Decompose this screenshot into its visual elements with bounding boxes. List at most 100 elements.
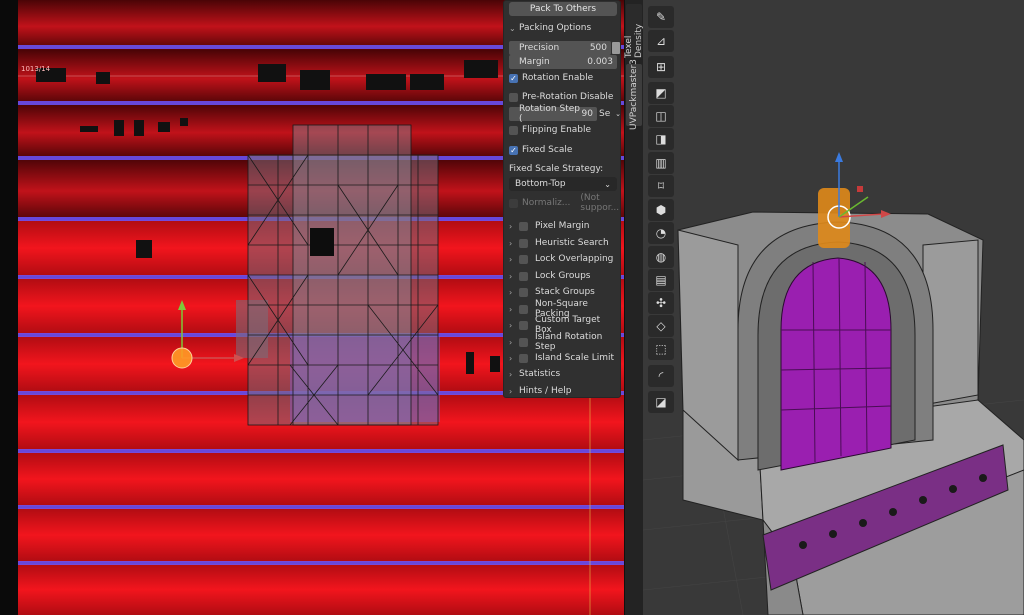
chevron-right-icon: › [509, 386, 513, 396]
uvpackmaster-panel: Pack To Others ⌄ Packing Options Precisi… [503, 0, 621, 398]
checkbox-empty-icon[interactable] [519, 238, 528, 248]
fixed-scale-strategy-text: Fixed Scale Strategy: [509, 164, 604, 174]
annotate-icon[interactable]: ✎ [648, 6, 674, 28]
fixed-scale-strategy-value: Bottom-Top [515, 179, 566, 189]
section-island-scale-limit[interactable]: › Island Scale Limit [509, 351, 617, 365]
precision-value: 500 [589, 43, 607, 53]
margin-field[interactable]: Margin 0.003 [509, 55, 617, 69]
shrink-icon[interactable]: ✣ [648, 292, 674, 314]
checkbox-empty-icon[interactable] [519, 221, 528, 231]
extrude-icon[interactable]: ◩ [648, 82, 674, 104]
corner-icon[interactable]: ◪ [648, 391, 674, 413]
rotation-enable-label: Rotation Enable [522, 73, 594, 83]
uv-editor[interactable]: 1013/14 Pack To Others ⌄ Packing Options… [0, 0, 628, 615]
rotation-step-mode-dropdown[interactable]: Se ⌄ [599, 107, 621, 121]
inset-icon[interactable]: ◫ [648, 105, 674, 127]
tab-texel-density[interactable]: Texel Density [624, 4, 644, 58]
pack-to-others-label: Pack To Others [529, 4, 597, 14]
checkbox-empty-icon[interactable] [519, 304, 528, 314]
chevron-down-icon: ⌄ [615, 110, 621, 118]
chevron-right-icon: › [509, 287, 513, 297]
fixed-scale-checkbox[interactable]: ✓ Fixed Scale [509, 143, 617, 157]
coord-readout: 1013/14 [21, 65, 51, 73]
rotation-step-field[interactable]: Rotation Step ( 90 [509, 104, 597, 124]
chevron-right-icon: › [509, 271, 513, 281]
shear-icon[interactable]: ◇ [648, 315, 674, 337]
rotation-step-value: 90 [581, 109, 593, 119]
tab-uvpackmaster[interactable]: UVPackmaster3 [626, 60, 642, 130]
rotation-step-label: Rotation Step ( [519, 104, 580, 124]
tab-label: Texel Density [624, 23, 644, 58]
chevron-down-icon: ⌄ [509, 23, 516, 33]
normalize-note: (Not suppor... [580, 193, 620, 213]
section-statistics[interactable]: › Statistics [509, 367, 617, 381]
packing-options-header[interactable]: ⌄ Packing Options [509, 21, 617, 35]
checkbox-empty-icon[interactable] [519, 353, 528, 363]
checkbox-empty-icon [509, 198, 518, 208]
section-label: Island Scale Limit [535, 353, 615, 363]
checkbox-empty-icon [509, 125, 518, 135]
spin-icon[interactable]: ◔ [648, 222, 674, 244]
poly-build-icon[interactable]: ⬢ [648, 199, 674, 221]
chevron-right-icon: › [509, 337, 513, 347]
margin-label: Margin [519, 57, 550, 67]
checkbox-empty-icon [509, 92, 518, 102]
margin-value: 0.003 [587, 57, 613, 67]
pack-to-others-button[interactable]: Pack To Others [509, 2, 617, 16]
packing-options-label: Packing Options [519, 23, 592, 33]
flipping-enable-label: Flipping Enable [522, 125, 592, 135]
section-label: Pixel Margin [535, 221, 590, 231]
section-label: Heuristic Search [535, 238, 609, 248]
loop-cut-icon[interactable]: ▥ [648, 152, 674, 174]
knife-icon[interactable]: ⌑ [648, 175, 674, 197]
uv-island-cluster [236, 124, 440, 426]
tab-label: UVPackmaster3 [629, 59, 639, 131]
precision-field[interactable]: Precision 500 [509, 41, 611, 55]
section-pixel-margin[interactable]: › Pixel Margin [509, 219, 617, 233]
add-cube-icon[interactable]: ⊞ [648, 56, 674, 78]
smooth-icon[interactable]: ◍ [648, 246, 674, 268]
flipping-enable-checkbox[interactable]: Flipping Enable [509, 123, 617, 137]
transform-icon[interactable]: ◜ [648, 365, 674, 387]
viewport-scene[interactable] [643, 0, 1024, 615]
measure-icon[interactable]: ⊿ [648, 30, 674, 52]
section-island-rotation-step[interactable]: › Island Rotation Step [509, 332, 617, 352]
section-label: Lock Groups [535, 271, 591, 281]
edge-slide-icon[interactable]: ▤ [648, 269, 674, 291]
chevron-right-icon: › [509, 254, 513, 264]
section-label: Lock Overlapping [535, 254, 614, 264]
rotation-step-mode-label: Se [599, 109, 611, 119]
checkmark-icon: ✓ [509, 73, 518, 83]
section-lock-overlapping[interactable]: › Lock Overlapping [509, 252, 617, 266]
section-stack-groups[interactable]: › Stack Groups [509, 285, 617, 299]
fixed-scale-strategy-dropdown[interactable]: Bottom-Top ⌄ [509, 177, 617, 191]
section-label: Hints / Help [519, 386, 572, 396]
chevron-right-icon: › [509, 369, 513, 379]
checkbox-empty-icon[interactable] [519, 337, 528, 347]
pre-rotation-disable-label: Pre-Rotation Disable [522, 92, 614, 102]
section-non-square-packing[interactable]: › Non-Square Packing [509, 299, 617, 319]
bevel-icon[interactable]: ◨ [648, 128, 674, 150]
normalize-label: Normaliz... [522, 198, 571, 208]
section-heuristic-search[interactable]: › Heuristic Search [509, 236, 617, 250]
checkbox-empty-icon[interactable] [519, 320, 528, 330]
section-label: Island Rotation Step [535, 332, 603, 352]
3d-viewport[interactable] [643, 0, 1024, 615]
checkbox-empty-icon[interactable] [519, 254, 528, 264]
rip-region-icon[interactable]: ⬚ [648, 338, 674, 360]
normalize-checkbox[interactable]: Normaliz... (Not suppor... [509, 193, 620, 213]
precision-lock-icon[interactable] [612, 42, 620, 54]
chevron-right-icon: › [509, 320, 513, 330]
checkbox-empty-icon[interactable] [519, 271, 528, 281]
rotation-enable-checkbox[interactable]: ✓ Rotation Enable [509, 71, 617, 85]
chevron-right-icon: › [509, 238, 513, 248]
section-hints-help[interactable]: › Hints / Help [509, 384, 617, 398]
chevron-right-icon: › [509, 353, 513, 363]
pre-rotation-disable-checkbox[interactable]: Pre-Rotation Disable [509, 90, 617, 104]
section-custom-target-box[interactable]: › Custom Target Box [509, 315, 617, 335]
checkmark-icon: ✓ [509, 145, 518, 155]
section-lock-groups[interactable]: › Lock Groups [509, 269, 617, 283]
checkbox-empty-icon[interactable] [519, 287, 528, 297]
section-label: Stack Groups [535, 287, 595, 297]
section-label: Statistics [519, 369, 561, 379]
